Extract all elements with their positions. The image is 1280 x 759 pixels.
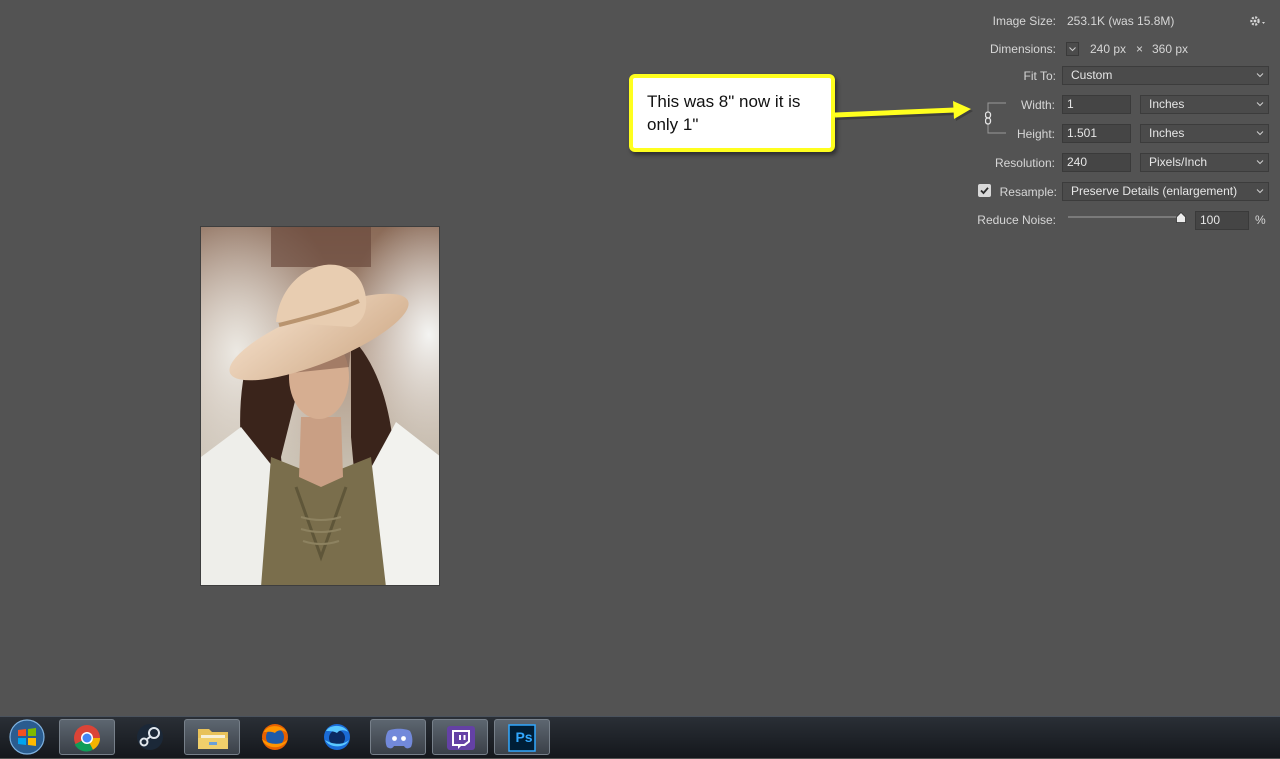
taskbar-twitch[interactable] bbox=[432, 719, 488, 755]
windows-taskbar: Ps bbox=[0, 716, 1280, 758]
image-preview bbox=[200, 226, 440, 586]
taskbar-firefox[interactable] bbox=[247, 719, 303, 755]
chevron-down-icon bbox=[1256, 160, 1264, 165]
taskbar-file-explorer[interactable] bbox=[184, 719, 240, 755]
resolution-unit-value: Pixels/Inch bbox=[1149, 155, 1208, 169]
height-input[interactable]: 1.501 bbox=[1062, 124, 1131, 143]
callout-line-2: only 1" bbox=[647, 115, 699, 134]
taskbar-steam[interactable] bbox=[122, 719, 178, 755]
photoshop-label: Ps bbox=[515, 729, 533, 745]
fit-to-label: Fit To: bbox=[1023, 69, 1056, 83]
reduce-noise-slider-thumb[interactable] bbox=[1176, 211, 1187, 223]
taskbar-chrome[interactable] bbox=[59, 719, 115, 755]
chevron-down-icon bbox=[1256, 73, 1264, 78]
width-unit-select[interactable]: Inches bbox=[1140, 95, 1269, 114]
image-size-value: 253.1K (was 15.8M) bbox=[1067, 14, 1175, 28]
firefox-developer-icon bbox=[324, 724, 350, 750]
callout-line-1: This was 8" now it is bbox=[647, 92, 801, 111]
width-input[interactable]: 1 bbox=[1062, 95, 1131, 114]
dimensions-times: × bbox=[1136, 42, 1144, 56]
chevron-down-icon bbox=[1256, 131, 1264, 136]
reduce-noise-input[interactable]: 100 bbox=[1195, 211, 1249, 230]
steam-icon bbox=[137, 724, 163, 750]
reduce-noise-slider-track[interactable] bbox=[1068, 216, 1184, 218]
resolution-input[interactable]: 240 bbox=[1062, 153, 1131, 172]
annotation-arrow bbox=[835, 101, 973, 121]
checkmark-icon bbox=[980, 187, 989, 195]
annotation-callout: This was 8" now it is only 1" bbox=[629, 74, 835, 152]
discord-icon bbox=[385, 728, 413, 749]
chevron-down-icon bbox=[1256, 102, 1264, 107]
resolution-unit-select[interactable]: Pixels/Inch bbox=[1140, 153, 1269, 172]
resample-label: Resample: bbox=[999, 185, 1057, 199]
taskbar-discord[interactable] bbox=[370, 719, 426, 755]
fit-to-select[interactable]: Custom bbox=[1062, 66, 1269, 85]
reduce-noise-label: Reduce Noise: bbox=[977, 213, 1056, 227]
fit-to-value: Custom bbox=[1071, 68, 1113, 82]
taskbar-photoshop[interactable]: Ps bbox=[494, 719, 550, 755]
twitch-icon bbox=[447, 726, 475, 750]
gear-icon[interactable] bbox=[1248, 13, 1268, 29]
chrome-icon bbox=[74, 725, 101, 752]
resample-checkbox[interactable] bbox=[978, 184, 991, 197]
taskbar-firefox-developer[interactable] bbox=[309, 719, 365, 755]
windows-start-icon bbox=[9, 719, 45, 755]
resample-select[interactable]: Preserve Details (enlargement) bbox=[1062, 182, 1269, 201]
start-button[interactable] bbox=[7, 719, 47, 755]
chevron-down-icon bbox=[1069, 47, 1076, 52]
link-icon bbox=[984, 111, 992, 125]
image-size-label: Image Size: bbox=[992, 14, 1056, 28]
height-unit-select[interactable]: Inches bbox=[1140, 124, 1269, 143]
height-label: Height: bbox=[1016, 127, 1055, 141]
width-label: Width: bbox=[1020, 98, 1055, 112]
reduce-noise-unit: % bbox=[1255, 213, 1266, 227]
firefox-icon bbox=[262, 724, 288, 750]
dimensions-units-dropdown[interactable] bbox=[1066, 42, 1079, 56]
resample-value: Preserve Details (enlargement) bbox=[1071, 184, 1238, 198]
dimensions-height: 360 px bbox=[1152, 42, 1189, 56]
constrain-proportions-link[interactable] bbox=[984, 102, 1007, 134]
chevron-down-icon bbox=[1256, 189, 1264, 194]
height-unit-value: Inches bbox=[1149, 126, 1185, 140]
dimensions-label: Dimensions: bbox=[989, 42, 1056, 56]
dimensions-width: 240 px bbox=[1090, 42, 1127, 56]
resolution-label: Resolution: bbox=[994, 156, 1055, 170]
folder-icon bbox=[198, 729, 228, 749]
width-unit-value: Inches bbox=[1149, 97, 1185, 111]
